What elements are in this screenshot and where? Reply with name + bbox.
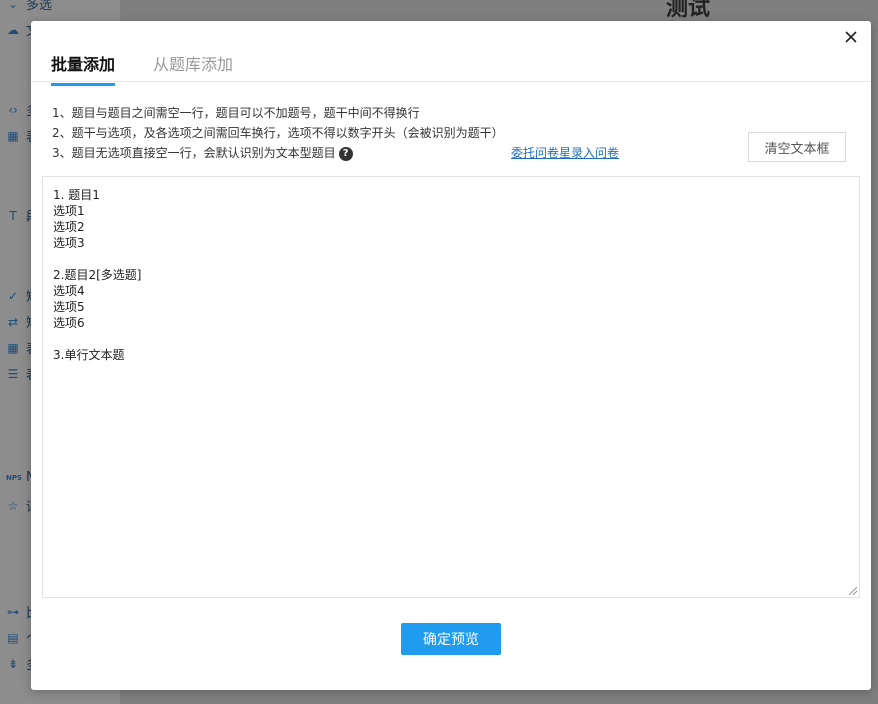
hint-line-1: 1、题目与题目之间需空一行，题目可以不加题号，题干中间不得换行 [52, 106, 420, 120]
close-button[interactable] [841, 27, 861, 47]
code-icon: ‹› [8, 102, 18, 117]
hint-line-3-text: 3、题目无选项直接空一行，会默认识别为文本型题目 [52, 146, 336, 160]
resize-handle[interactable] [849, 587, 857, 595]
list-icon: ☰ [7, 366, 19, 381]
help-icon[interactable]: ? [338, 146, 353, 161]
cloud-upload-icon: ☁ [7, 22, 19, 37]
sidebar-item-label: 多选 [26, 0, 53, 13]
sort-icon: ⇟ [7, 656, 19, 671]
editor-line: 选项1 [53, 204, 85, 218]
confirm-preview-button[interactable]: 确定预览 [401, 623, 501, 655]
star-icon: ☆ [7, 498, 19, 513]
background-page-title: 测试 [666, 0, 711, 21]
text-icon: T [9, 208, 17, 223]
editor-line: 2.题目2[多选题] [53, 268, 142, 282]
dialog-tabs: 批量添加 从题库添加 [31, 21, 871, 86]
editor-line: 选项3 [53, 236, 85, 250]
question-text-editor[interactable]: 1. 题目1 选项1 选项2 选项3 2.题目2[多选题] 选项4 选项5 选项6 3.单行文本… [42, 176, 860, 598]
sidebar-item[interactable]: ⌄ 多选 [6, 0, 52, 13]
table-icon: ▦ [7, 340, 19, 355]
table-icon: ▦ [7, 128, 19, 143]
slider-icon: ⊶ [7, 604, 19, 619]
check-icon: ✓ [7, 288, 19, 303]
batch-add-dialog: 批量添加 从题库添加 1、题目与题目之间需空一行，题目可以不加题号，题干中间不得… [31, 21, 871, 690]
hint-line-2: 2、题干与选项，及各选项之间需回车换行，选项不得以数字开头（会被识别为题干） [52, 126, 504, 140]
editor-line: 3.单行文本题 [53, 348, 125, 362]
editor-line: 1. 题目1 [53, 188, 100, 202]
delegate-entry-link[interactable]: 委托问卷星录入问卷 [511, 144, 619, 161]
tab-add-from-question-bank[interactable]: 从题库添加 [153, 51, 233, 83]
nps-icon: NPS [6, 473, 23, 482]
editor-line: 选项6 [53, 316, 85, 330]
close-icon [845, 31, 857, 43]
hint-line-3: 3、题目无选项直接空一行，会默认识别为文本型题目? [52, 144, 353, 161]
document-icon: ▤ [7, 630, 19, 645]
editor-line: 选项4 [53, 284, 85, 298]
swap-icon: ⇄ [7, 314, 19, 329]
tab-batch-add[interactable]: 批量添加 [51, 51, 116, 86]
editor-line: 选项5 [53, 300, 85, 314]
chevron-down-icon: ⌄ [7, 0, 19, 11]
editor-line: 选项2 [53, 220, 85, 234]
clear-text-button[interactable]: 清空文本框 [748, 132, 846, 162]
